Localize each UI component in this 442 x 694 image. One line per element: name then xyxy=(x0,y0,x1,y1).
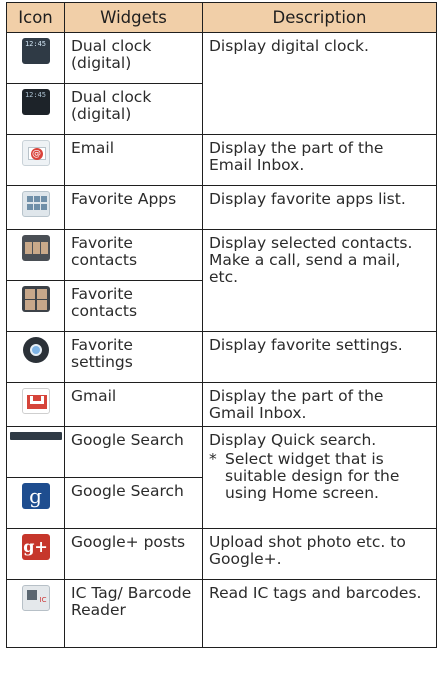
widget-description: Display digital clock. xyxy=(209,37,369,55)
favorite-contacts-icon xyxy=(21,235,50,261)
widget-description: Display Quick search. * Select widget th… xyxy=(203,427,436,502)
google-search-g-icon: g xyxy=(21,483,50,509)
settings-gear-icon xyxy=(22,337,49,363)
widget-description: Display selected contacts. Make a call, … xyxy=(209,234,413,286)
clock-text: 12:45 xyxy=(24,91,47,99)
description-note: * Select widget that is suitable design … xyxy=(209,451,430,502)
widgets-table: Icon Widgets Description 12:45 Dual cloc… xyxy=(6,2,437,648)
ic-tag-barcode-icon xyxy=(21,585,50,611)
table-row: 12:45 Dual clock (digital) Display digit… xyxy=(6,32,437,135)
widget-name: Favorite contacts xyxy=(71,234,138,269)
widget-name: Google Search xyxy=(71,431,184,449)
widget-name: Dual clock (digital) xyxy=(71,37,152,72)
google-search-bar-icon xyxy=(9,432,62,440)
header-widgets: Widgets xyxy=(64,2,203,33)
table-row: Gmail Display the part of the Gmail Inbo… xyxy=(6,382,437,427)
widget-name: Google+ posts xyxy=(71,533,186,551)
gmail-icon xyxy=(21,388,50,414)
description-text: Display Quick search. xyxy=(209,431,377,449)
widget-description: Display favorite apps list. xyxy=(209,190,406,208)
dual-clock-digital-dark-icon: 12:45 xyxy=(21,89,50,115)
widget-name: Favorite Apps xyxy=(71,190,177,208)
header-row: Icon Widgets Description xyxy=(6,2,437,33)
header-icon: Icon xyxy=(6,2,65,33)
note-mark: * xyxy=(209,450,217,468)
widget-description: Upload shot photo etc. to Google+. xyxy=(209,533,406,568)
favorite-apps-icon xyxy=(21,191,50,217)
widget-name: Favorite settings xyxy=(71,336,133,371)
dual-clock-digital-icon: 12:45 xyxy=(21,38,50,64)
widget-name: Gmail xyxy=(71,387,117,405)
widget-description: Read IC tags and barcodes. xyxy=(209,584,422,602)
table-row: g+ Google+ posts Upload shot photo etc. … xyxy=(6,528,437,580)
table-row: Google Search Display Quick search. * Se… xyxy=(6,426,437,529)
widget-description: Display the part of the Email Inbox. xyxy=(209,139,384,174)
table-row: IC Tag/ Barcode Reader Read IC tags and … xyxy=(6,579,437,648)
table-row: Favorite contacts Display selected conta… xyxy=(6,229,437,332)
table-row: Favorite settings Display favorite setti… xyxy=(6,331,437,383)
at-sign: @ xyxy=(30,148,43,160)
note-text: Select widget that is suitable design fo… xyxy=(225,450,400,502)
widget-name: Favorite contacts xyxy=(71,285,138,320)
favorite-contacts-grid-icon xyxy=(21,286,50,312)
email-icon: @ xyxy=(21,140,50,166)
widget-name: Dual clock (digital) xyxy=(71,88,152,123)
table-row: @ Email Display the part of the Email In… xyxy=(6,134,437,186)
clock-text: 12:45 xyxy=(24,40,47,48)
google-plus-icon: g+ xyxy=(21,534,50,560)
table-row: Favorite Apps Display favorite apps list… xyxy=(6,185,437,230)
widget-name: Google Search xyxy=(71,482,184,500)
widget-description: Display favorite settings. xyxy=(209,336,403,354)
widget-name: IC Tag/ Barcode Reader xyxy=(71,584,192,619)
widget-description: Display the part of the Gmail Inbox. xyxy=(209,387,384,422)
widget-name: Email xyxy=(71,139,115,157)
header-description: Description xyxy=(202,2,437,33)
